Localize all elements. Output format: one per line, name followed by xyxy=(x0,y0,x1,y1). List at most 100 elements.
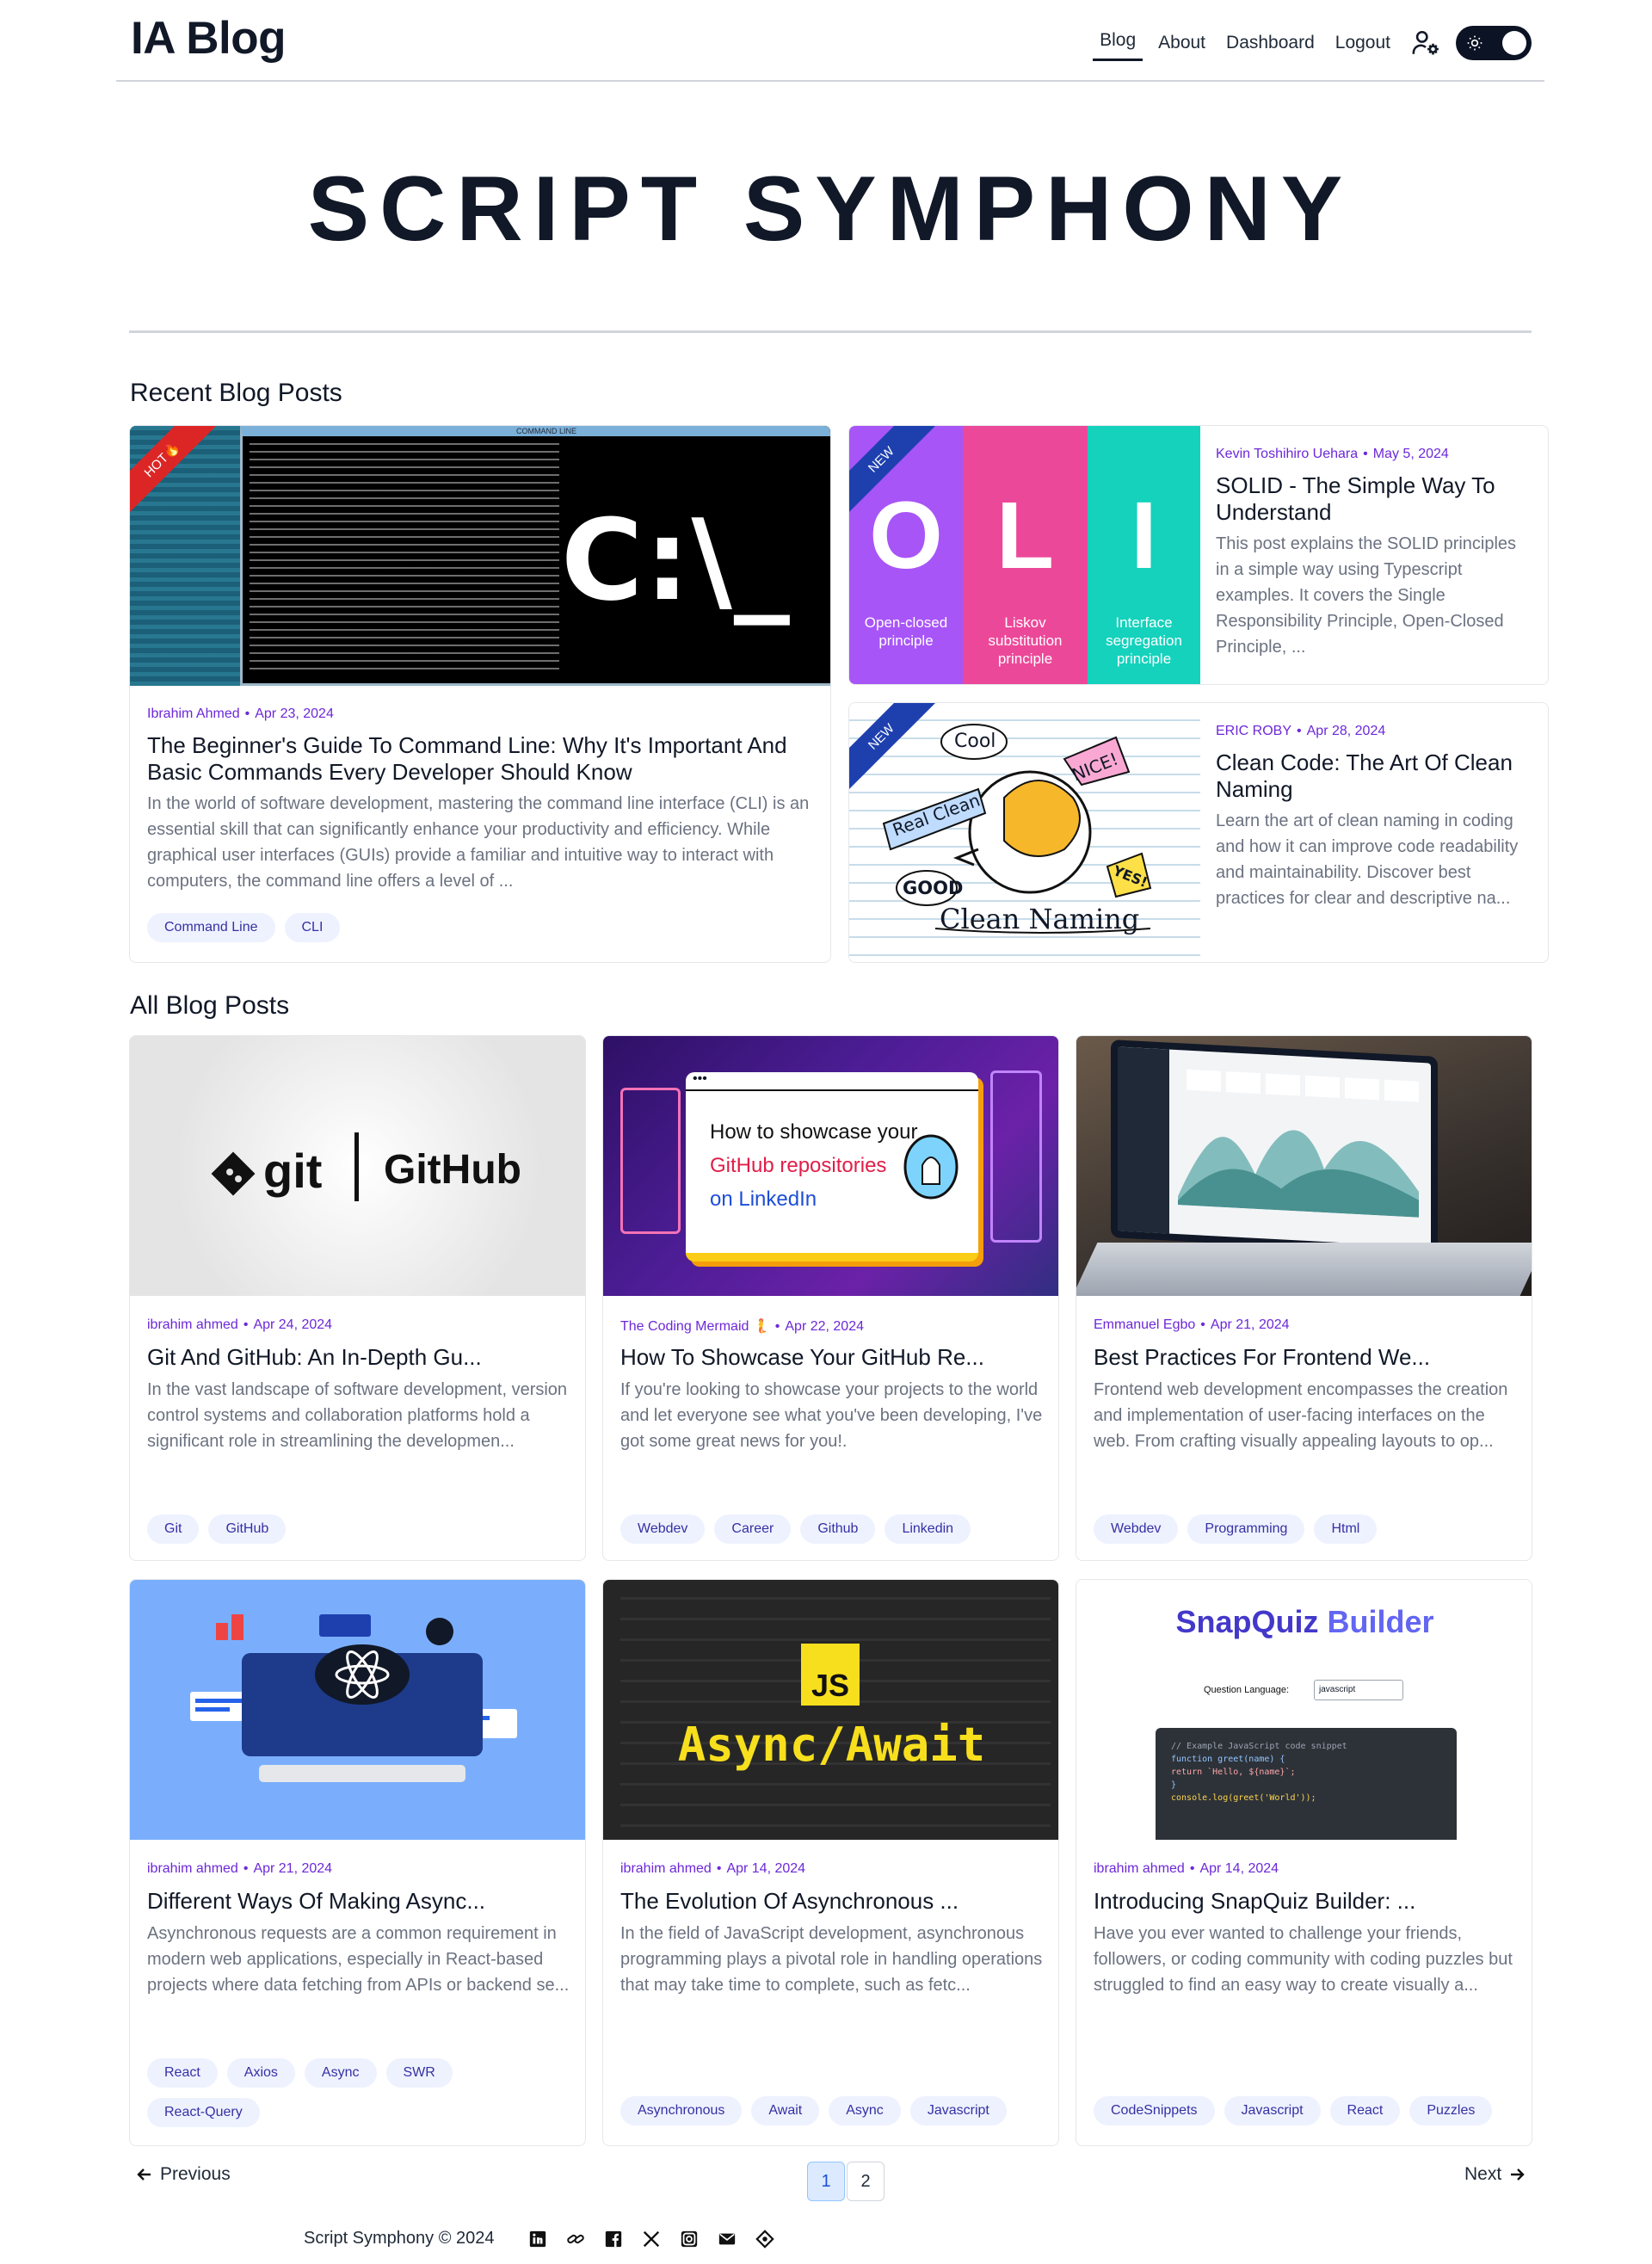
recent-post-card[interactable]: O Open-closed principle L Liskov substit… xyxy=(848,425,1549,685)
tag-chip[interactable]: React-Query xyxy=(147,2098,260,2127)
page-button-2[interactable]: 2 xyxy=(847,2162,885,2201)
post-image-command-line: COMMAND LINE C:\_ xyxy=(130,426,830,686)
link-icon[interactable] xyxy=(566,2230,585,2249)
tag-chip[interactable]: Javascript xyxy=(1224,2096,1321,2125)
tag-chip[interactable]: React xyxy=(147,2058,218,2088)
nav-link-blog[interactable]: Blog xyxy=(1093,25,1143,61)
post-title[interactable]: Best Practices For Frontend We... xyxy=(1094,1344,1519,1371)
tag-chip[interactable]: CLI xyxy=(284,913,341,942)
post-author[interactable]: Ibrahim Ahmed xyxy=(147,706,240,721)
post-card[interactable]: ••• How to showcase your GitHub reposito… xyxy=(602,1035,1059,1561)
post-author[interactable]: Kevin Toshihiro Uehara xyxy=(1216,447,1358,461)
post-card[interactable]: git GitHub ibrahim ahmed • Apr 24, 2024 Gi… xyxy=(129,1035,586,1561)
post-date: May 5, 2024 xyxy=(1372,447,1449,461)
tag-chip[interactable]: Career xyxy=(714,1514,792,1544)
tag-chip[interactable]: Asynchronous xyxy=(620,2096,743,2125)
post-author[interactable]: ERIC ROBY xyxy=(1216,724,1291,738)
facebook-icon[interactable] xyxy=(604,2230,623,2249)
post-image-snapquiz: SnapQuiz Builder Question Language: java… xyxy=(1076,1580,1532,1840)
tag-chip[interactable]: Github xyxy=(800,1514,876,1544)
post-title[interactable]: Clean Code: The Art Of Clean Naming xyxy=(1216,750,1534,803)
post-tags: Git GitHub xyxy=(147,1514,573,1544)
post-author[interactable]: The Coding Mermaid 🧜 xyxy=(620,1319,770,1334)
post-excerpt: This post explains the SOLID principles … xyxy=(1216,534,1517,657)
post-excerpt: In the world of software development, ma… xyxy=(147,794,810,891)
post-excerpt: In the field of JavaScript development, … xyxy=(620,1924,1043,1995)
previous-page-button[interactable]: Previous xyxy=(136,2164,231,2185)
recent-post-card[interactable]: COMMAND LINE C:\_ HOT🔥 Ibrahim Ahmed • Apr… xyxy=(129,425,831,963)
post-excerpt: Have you ever wanted to challenge your f… xyxy=(1094,1924,1513,1995)
tag-chip[interactable]: Async xyxy=(829,2096,901,2125)
nav-link-about[interactable]: About xyxy=(1158,28,1205,59)
post-title[interactable]: Git And GitHub: An In-Depth Gu... xyxy=(147,1344,573,1371)
post-tags: React Axios Async SWR React-Query xyxy=(147,2058,491,2127)
post-title[interactable]: Different Ways Of Making Async... xyxy=(147,1888,573,1915)
user-settings-icon[interactable] xyxy=(1411,28,1440,58)
x-icon[interactable] xyxy=(642,2230,661,2249)
post-author[interactable]: ibrahim ahmed xyxy=(620,1861,712,1876)
post-tags: CodeSnippets Javascript React Puzzles xyxy=(1094,2096,1519,2125)
nav-links: Blog About Dashboard Logout xyxy=(1093,24,1544,62)
git-logo-icon xyxy=(211,1151,256,1196)
tag-chip[interactable]: Puzzles xyxy=(1409,2096,1493,2125)
post-card[interactable]: JS Async/Await ibrahim ahmed • Apr 14, 202… xyxy=(602,1579,1059,2146)
post-date: Apr 22, 2024 xyxy=(785,1319,864,1334)
post-title[interactable]: The Evolution Of Asynchronous ... xyxy=(620,1888,1046,1915)
tag-chip[interactable]: SWR xyxy=(385,2058,453,2088)
post-card[interactable]: Emmanuel Egbo • Apr 21, 2024 Best Practice… xyxy=(1076,1035,1532,1561)
nav-link-dashboard[interactable]: Dashboard xyxy=(1226,28,1315,59)
post-author[interactable]: Emmanuel Egbo xyxy=(1094,1317,1195,1332)
post-meta: Ibrahim Ahmed • Apr 23, 2024 xyxy=(147,706,334,721)
post-excerpt: Frontend web development encompasses the… xyxy=(1094,1380,1508,1451)
post-author[interactable]: ibrahim ahmed xyxy=(147,1861,238,1876)
theme-toggle[interactable] xyxy=(1456,26,1532,60)
tag-chip[interactable]: Linkedin xyxy=(885,1514,971,1544)
footer-copyright: Script Symphony © 2024 xyxy=(304,2229,495,2248)
post-tags: Asynchronous Await Async Javascript xyxy=(620,2096,1046,2125)
post-title[interactable]: Introducing SnapQuiz Builder: ... xyxy=(1094,1888,1519,1915)
post-card[interactable]: ibrahim ahmed • Apr 21, 2024 Different Way… xyxy=(129,1579,586,2146)
instagram-icon[interactable] xyxy=(680,2230,699,2249)
tag-chip[interactable]: Await xyxy=(751,2096,820,2125)
post-meta: The Coding Mermaid 🧜 • Apr 22, 2024 xyxy=(620,1319,864,1334)
tag-chip[interactable]: Html xyxy=(1314,1514,1378,1544)
post-date: Apr 21, 2024 xyxy=(1210,1317,1290,1332)
post-tags: Webdev Career Github Linkedin xyxy=(620,1514,1046,1544)
tag-chip[interactable]: Command Line xyxy=(147,913,275,942)
post-image-laptop-dashboard xyxy=(1076,1036,1532,1296)
nav-link-logout[interactable]: Logout xyxy=(1335,28,1390,59)
tag-chip[interactable]: Git xyxy=(147,1514,200,1544)
arrow-right-icon xyxy=(1511,2168,1525,2181)
post-title[interactable]: SOLID - The Simple Way To Understand xyxy=(1216,472,1534,526)
tag-chip[interactable]: Async xyxy=(304,2058,377,2088)
post-card[interactable]: SnapQuiz Builder Question Language: java… xyxy=(1076,1579,1532,2146)
page-button-1[interactable]: 1 xyxy=(807,2162,845,2201)
tag-chip[interactable]: Webdev xyxy=(620,1514,706,1544)
post-date: Apr 14, 2024 xyxy=(1199,1861,1279,1876)
post-tags: Webdev Programming Html xyxy=(1094,1514,1519,1544)
post-title[interactable]: How To Showcase Your GitHub Re... xyxy=(620,1344,1046,1371)
toggle-knob xyxy=(1502,31,1526,55)
tag-chip[interactable]: React xyxy=(1329,2096,1401,2125)
tag-chip[interactable]: CodeSnippets xyxy=(1094,2096,1215,2125)
post-author[interactable]: ibrahim ahmed xyxy=(1094,1861,1185,1876)
tag-chip[interactable]: GitHub xyxy=(208,1514,287,1544)
post-meta: Kevin Toshihiro Uehara • May 5, 2024 xyxy=(1216,447,1449,461)
site-brand[interactable]: IA Blog xyxy=(131,12,287,65)
tag-chip[interactable]: Webdev xyxy=(1094,1514,1179,1544)
recent-post-card[interactable]: Cool NICE! Real Clean GOOD YES! Clean Na… xyxy=(848,702,1549,963)
post-image-async-requests xyxy=(130,1580,585,1840)
tag-chip[interactable]: Axios xyxy=(226,2058,295,2088)
tag-chip[interactable]: Programming xyxy=(1187,1514,1305,1544)
code-snippet: // Example JavaScript code snippet funct… xyxy=(1156,1728,1457,1840)
tag-chip[interactable]: Javascript xyxy=(909,2096,1007,2125)
post-author[interactable]: ibrahim ahmed xyxy=(147,1317,238,1332)
linkedin-icon[interactable] xyxy=(528,2230,547,2249)
post-meta: ibrahim ahmed • Apr 14, 2024 xyxy=(620,1861,806,1876)
next-page-button[interactable]: Next xyxy=(1464,2164,1526,2185)
post-meta: ibrahim ahmed • Apr 14, 2024 xyxy=(1094,1861,1279,1876)
hashnode-icon[interactable] xyxy=(755,2230,774,2249)
post-title[interactable]: The Beginner's Guide To Command Line: Wh… xyxy=(147,732,818,786)
post-excerpt: Asynchronous requests are a common requi… xyxy=(147,1924,570,1995)
mail-icon[interactable] xyxy=(718,2230,737,2249)
